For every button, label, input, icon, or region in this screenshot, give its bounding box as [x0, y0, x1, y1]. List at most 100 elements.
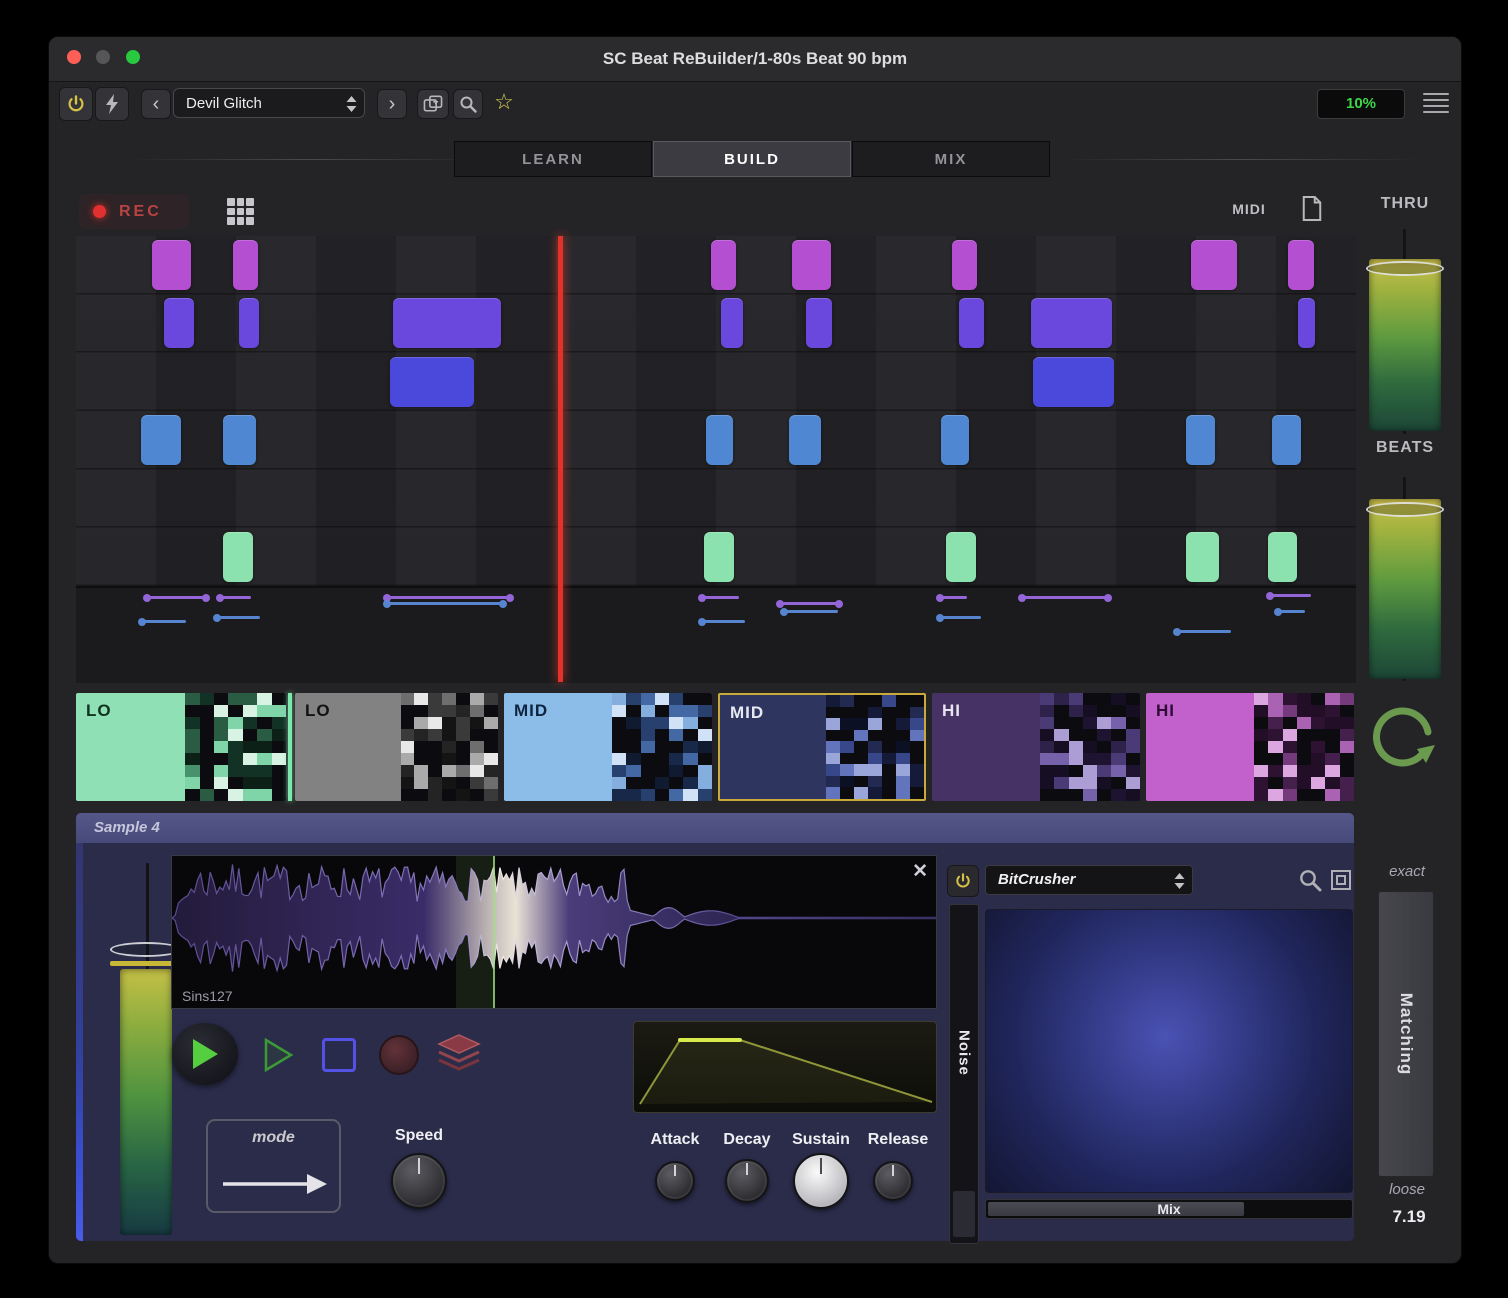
mod-event[interactable]: [141, 620, 186, 623]
mod-lane[interactable]: [76, 586, 1356, 683]
seq-note-block[interactable]: [704, 532, 733, 582]
seq-note-block[interactable]: [1191, 240, 1237, 290]
preset-prev-button[interactable]: ‹: [141, 89, 171, 119]
seq-note-block[interactable]: [952, 240, 978, 290]
beats-fader-level[interactable]: [1369, 499, 1441, 679]
seq-note-block[interactable]: [223, 532, 252, 582]
play-button[interactable]: [172, 1023, 238, 1085]
seq-note-block[interactable]: [711, 240, 737, 290]
mod-event[interactable]: [1021, 596, 1109, 599]
matching-slider[interactable]: Matching: [1378, 891, 1434, 1177]
mod-event[interactable]: [216, 616, 261, 619]
seq-note-block[interactable]: [792, 240, 832, 290]
mod-event[interactable]: [701, 620, 746, 623]
noise-slider-handle[interactable]: [953, 1191, 975, 1237]
thru-fader-level[interactable]: [1369, 259, 1441, 431]
layers-button[interactable]: [432, 1025, 486, 1083]
mod-event[interactable]: [386, 602, 504, 605]
mode-selector[interactable]: mode: [206, 1119, 341, 1213]
mod-event[interactable]: [939, 616, 981, 619]
stop-button[interactable]: [316, 1029, 362, 1081]
decay-knob[interactable]: [725, 1159, 769, 1203]
mod-event[interactable]: [1277, 610, 1305, 613]
noise-slider[interactable]: Noise: [949, 904, 979, 1244]
seq-note-block[interactable]: [1186, 415, 1215, 465]
seq-note-block[interactable]: [141, 415, 181, 465]
seq-note-block[interactable]: [706, 415, 733, 465]
seq-note-block[interactable]: [1031, 298, 1112, 348]
fx-xy-pad[interactable]: [985, 909, 1353, 1193]
mod-event[interactable]: [1176, 630, 1231, 633]
save-preset-button[interactable]: [417, 89, 449, 119]
midi-activity-button[interactable]: [95, 87, 129, 121]
seq-note-block[interactable]: [390, 357, 474, 407]
seq-note-block[interactable]: [721, 298, 743, 348]
pad-hi-1[interactable]: HI: [932, 693, 1140, 801]
power-button[interactable]: [59, 87, 93, 121]
seq-note-block[interactable]: [946, 532, 975, 582]
seq-note-block[interactable]: [1298, 298, 1315, 348]
seq-note-block[interactable]: [789, 415, 821, 465]
seq-note-block[interactable]: [1186, 532, 1219, 582]
thru-fader-handle[interactable]: [1366, 261, 1444, 276]
tab-learn[interactable]: LEARN: [454, 141, 652, 177]
tab-build[interactable]: BUILD: [653, 141, 851, 177]
seq-note-block[interactable]: [1268, 532, 1297, 582]
seq-note-block[interactable]: [1288, 240, 1314, 290]
favorite-button[interactable]: ☆: [489, 87, 519, 117]
sustain-knob[interactable]: [793, 1153, 849, 1209]
menu-icon: [1423, 93, 1449, 95]
seq-note-block[interactable]: [233, 240, 257, 290]
seq-note-block[interactable]: [239, 298, 259, 348]
seq-note-block[interactable]: [806, 298, 833, 348]
seq-note-block[interactable]: [1033, 357, 1114, 407]
midi-export-button[interactable]: [1301, 195, 1323, 227]
mod-event[interactable]: [939, 596, 967, 599]
step-grid[interactable]: [76, 236, 1356, 586]
record-sample-button[interactable]: [374, 1029, 424, 1081]
mod-event[interactable]: [1269, 594, 1311, 597]
envelope-display[interactable]: [633, 1021, 937, 1113]
waveform-display[interactable]: Sins127 ✕: [171, 855, 937, 1009]
pad-hi-2[interactable]: HI: [1146, 693, 1354, 801]
fx-search-button[interactable]: [1298, 868, 1322, 897]
beats-fader-handle[interactable]: [1366, 502, 1444, 517]
seq-note-block[interactable]: [959, 298, 983, 348]
fx-expand-button[interactable]: [1330, 869, 1352, 896]
seq-note-block[interactable]: [1272, 415, 1301, 465]
mod-event[interactable]: [146, 596, 206, 599]
play-alt-button[interactable]: [250, 1027, 306, 1083]
preset-select[interactable]: Devil Glitch: [173, 88, 365, 118]
title-bar[interactable]: SC Beat ReBuilder/1-80s Beat 90 bpm: [49, 37, 1461, 82]
mod-event[interactable]: [386, 596, 511, 599]
pad-mid-1[interactable]: MID: [504, 693, 712, 801]
menu-button[interactable]: [1423, 93, 1449, 113]
seq-note-block[interactable]: [393, 298, 501, 348]
tab-mix[interactable]: MIX: [852, 141, 1050, 177]
preset-next-button[interactable]: ›: [377, 89, 407, 119]
mix-slider[interactable]: Mix: [985, 1199, 1353, 1219]
mod-event[interactable]: [219, 596, 251, 599]
seq-note-block[interactable]: [223, 415, 256, 465]
sample-header[interactable]: Sample 4: [76, 813, 1354, 843]
pad-lo-2[interactable]: LO: [295, 693, 498, 801]
record-button[interactable]: REC: [79, 194, 189, 229]
loop-button[interactable]: [1371, 701, 1439, 790]
search-button[interactable]: [453, 89, 483, 119]
fx-power-button[interactable]: [947, 865, 979, 897]
seq-note-block[interactable]: [152, 240, 192, 290]
fx-select[interactable]: BitCrusher: [985, 865, 1193, 895]
attack-knob[interactable]: [655, 1161, 695, 1201]
grid-toggle-button[interactable]: [227, 198, 254, 225]
mod-event[interactable]: [701, 596, 739, 599]
seq-note-block[interactable]: [164, 298, 193, 348]
seq-note-block[interactable]: [941, 415, 969, 465]
release-knob[interactable]: [873, 1161, 913, 1201]
speed-knob[interactable]: [391, 1153, 447, 1209]
pad-mid-2[interactable]: MID: [718, 693, 926, 801]
mod-event[interactable]: [783, 610, 838, 613]
close-icon[interactable]: ✕: [912, 860, 928, 883]
mod-event[interactable]: [779, 602, 840, 605]
pad-lo-1[interactable]: LO: [76, 693, 286, 801]
pad-label: HI: [1156, 701, 1175, 721]
